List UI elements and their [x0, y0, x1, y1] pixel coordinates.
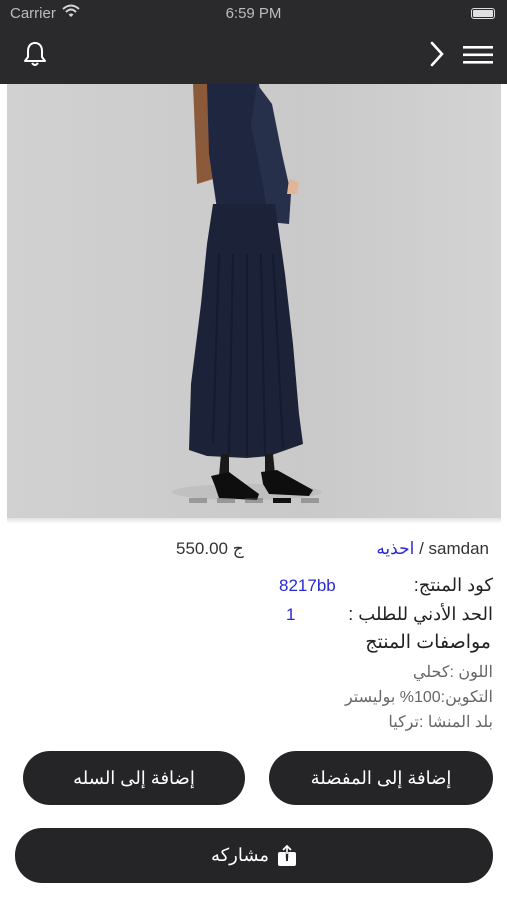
product-image-carousel[interactable]: [7, 84, 501, 518]
category-link[interactable]: احذيه: [376, 539, 414, 558]
specs-title: مواصفات المنتج: [365, 632, 491, 653]
share-button[interactable]: مشاركه: [15, 828, 493, 883]
status-time: 6:59 PM: [225, 5, 282, 22]
carousel-dot[interactable]: [245, 498, 263, 503]
image-shadow: [7, 518, 501, 524]
add-to-cart-button[interactable]: إضافة إلى السله: [23, 751, 245, 805]
carousel-dot[interactable]: [217, 498, 235, 503]
carousel-dot-active[interactable]: [273, 498, 291, 503]
share-label: مشاركه: [210, 845, 270, 865]
product-price: 550.00 ج: [176, 539, 244, 558]
min-order-value: 1: [286, 605, 296, 624]
top-navigation-bar: Carrier 6:59 PM: [0, 0, 507, 84]
hamburger-menu-icon[interactable]: [462, 42, 494, 68]
min-order-label: الحد الأدني للطلب :: [348, 604, 493, 624]
spec-origin: بلد المنشا :تركيا: [388, 714, 493, 731]
share-icon: [278, 844, 297, 866]
status-bar: Carrier 6:59 PM: [0, 0, 507, 28]
bell-icon[interactable]: [22, 40, 48, 68]
product-brand: samdan / احذيه: [376, 539, 489, 559]
add-to-favorites-button[interactable]: إضافة إلى المفضلة: [269, 751, 493, 805]
battery-icon: [471, 8, 495, 19]
spec-composition: التكوين:100% بوليستر: [344, 689, 493, 706]
carousel-indicators: [7, 498, 501, 503]
carousel-dot[interactable]: [189, 498, 207, 503]
spec-color: اللون :كحلي: [412, 664, 493, 681]
add-to-favorites-label: إضافة إلى المفضلة: [310, 767, 452, 788]
product-code-value: 8217bb: [279, 576, 336, 595]
carousel-dot[interactable]: [301, 498, 319, 503]
product-code-label: كود المنتج:: [413, 575, 493, 595]
product-photo: [172, 84, 322, 500]
chevron-right-icon[interactable]: [427, 40, 447, 68]
brand-name: samdan /: [419, 539, 489, 558]
add-to-cart-label: إضافة إلى السله: [73, 767, 195, 788]
